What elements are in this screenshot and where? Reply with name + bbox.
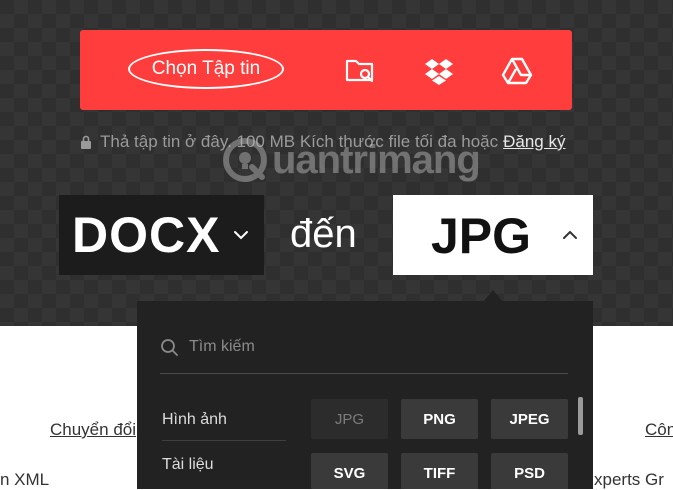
tools-link[interactable]: Côn <box>645 420 673 440</box>
dropbox-icon[interactable] <box>423 56 455 86</box>
format-option-jpeg[interactable]: JPEG <box>491 399 568 439</box>
format-search <box>160 321 568 374</box>
format-option-svg[interactable]: SVG <box>311 453 388 489</box>
format-option-png[interactable]: PNG <box>401 399 478 439</box>
format-dropdown: Hình ảnh Tài liệu JPG PNG JPEG SVG TIFF … <box>137 301 593 489</box>
to-format-select[interactable]: JPG <box>393 195 593 275</box>
category-images[interactable]: Hình ảnh <box>162 411 286 441</box>
from-format-label: DOCX <box>72 207 221 263</box>
chevron-up-icon <box>563 230 577 239</box>
upload-hint: Thả tập tin ở đây. 100 MB Kích thước fil… <box>80 131 580 153</box>
signup-link[interactable]: Đăng ký <box>503 132 565 152</box>
format-option-psd[interactable]: PSD <box>491 453 568 489</box>
search-icon <box>161 338 178 356</box>
from-format-select[interactable]: DOCX <box>59 195 264 275</box>
format-option-tiff[interactable]: TIFF <box>401 453 478 489</box>
search-input[interactable] <box>189 338 489 356</box>
xml-label: n XML <box>0 470 50 489</box>
convert-link[interactable]: Chuyển đổi <box>50 420 136 440</box>
lock-icon <box>81 135 91 149</box>
to-label: đến <box>290 212 357 256</box>
dropdown-scrollbar[interactable] <box>578 397 583 435</box>
upload-hint-text: Thả tập tin ở đây. 100 MB Kích thước fil… <box>100 132 499 151</box>
category-documents[interactable]: Tài liệu <box>162 456 286 485</box>
format-option-jpg: JPG <box>311 399 388 439</box>
to-format-label: JPG <box>431 208 532 264</box>
experts-label: xperts Gr <box>594 470 664 489</box>
google-drive-icon[interactable] <box>501 56 533 86</box>
folder-search-icon[interactable] <box>345 56 377 86</box>
choose-file-button[interactable]: Chọn Tập tin <box>128 49 284 89</box>
chevron-down-icon <box>234 231 248 240</box>
upload-bar: Chọn Tập tin <box>80 30 572 110</box>
